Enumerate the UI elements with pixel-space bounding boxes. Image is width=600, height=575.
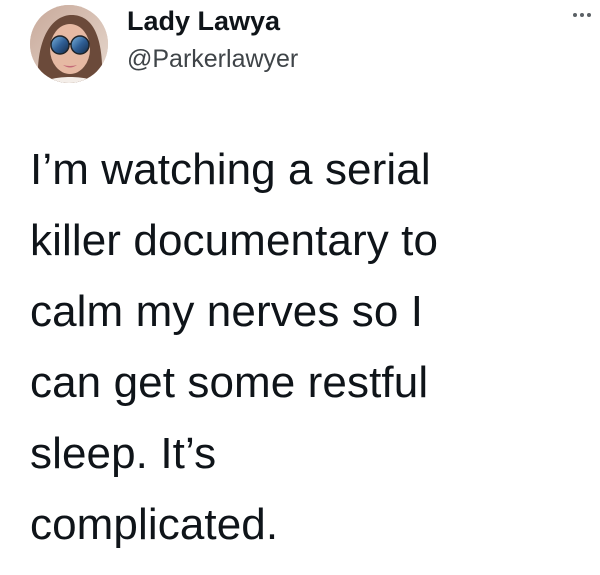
tweet-text-line: complicated.	[30, 500, 279, 549]
tweet-text: I’m watching a serial killer documentary…	[30, 134, 575, 560]
more-dot	[587, 13, 591, 17]
tweet-card: Lady Lawya @Parkerlawyer I’m watching a …	[0, 0, 600, 575]
tweet-text-line: can get some restful	[30, 358, 429, 407]
tweet-text-line: sleep. It’s	[30, 429, 217, 478]
more-dot	[580, 13, 584, 17]
profile-photo-icon	[30, 5, 108, 83]
tweet-text-line: calm my nerves so I	[30, 287, 424, 336]
avatar[interactable]	[30, 5, 108, 83]
author-display-name[interactable]: Lady Lawya	[127, 4, 280, 38]
tweet-text-line: killer documentary to	[30, 216, 439, 265]
author-handle[interactable]: @Parkerlawyer	[127, 44, 298, 75]
more-horizontal-icon	[573, 13, 577, 17]
more-options-button[interactable]	[567, 3, 597, 27]
tweet-text-line: I’m watching a serial	[30, 145, 431, 194]
